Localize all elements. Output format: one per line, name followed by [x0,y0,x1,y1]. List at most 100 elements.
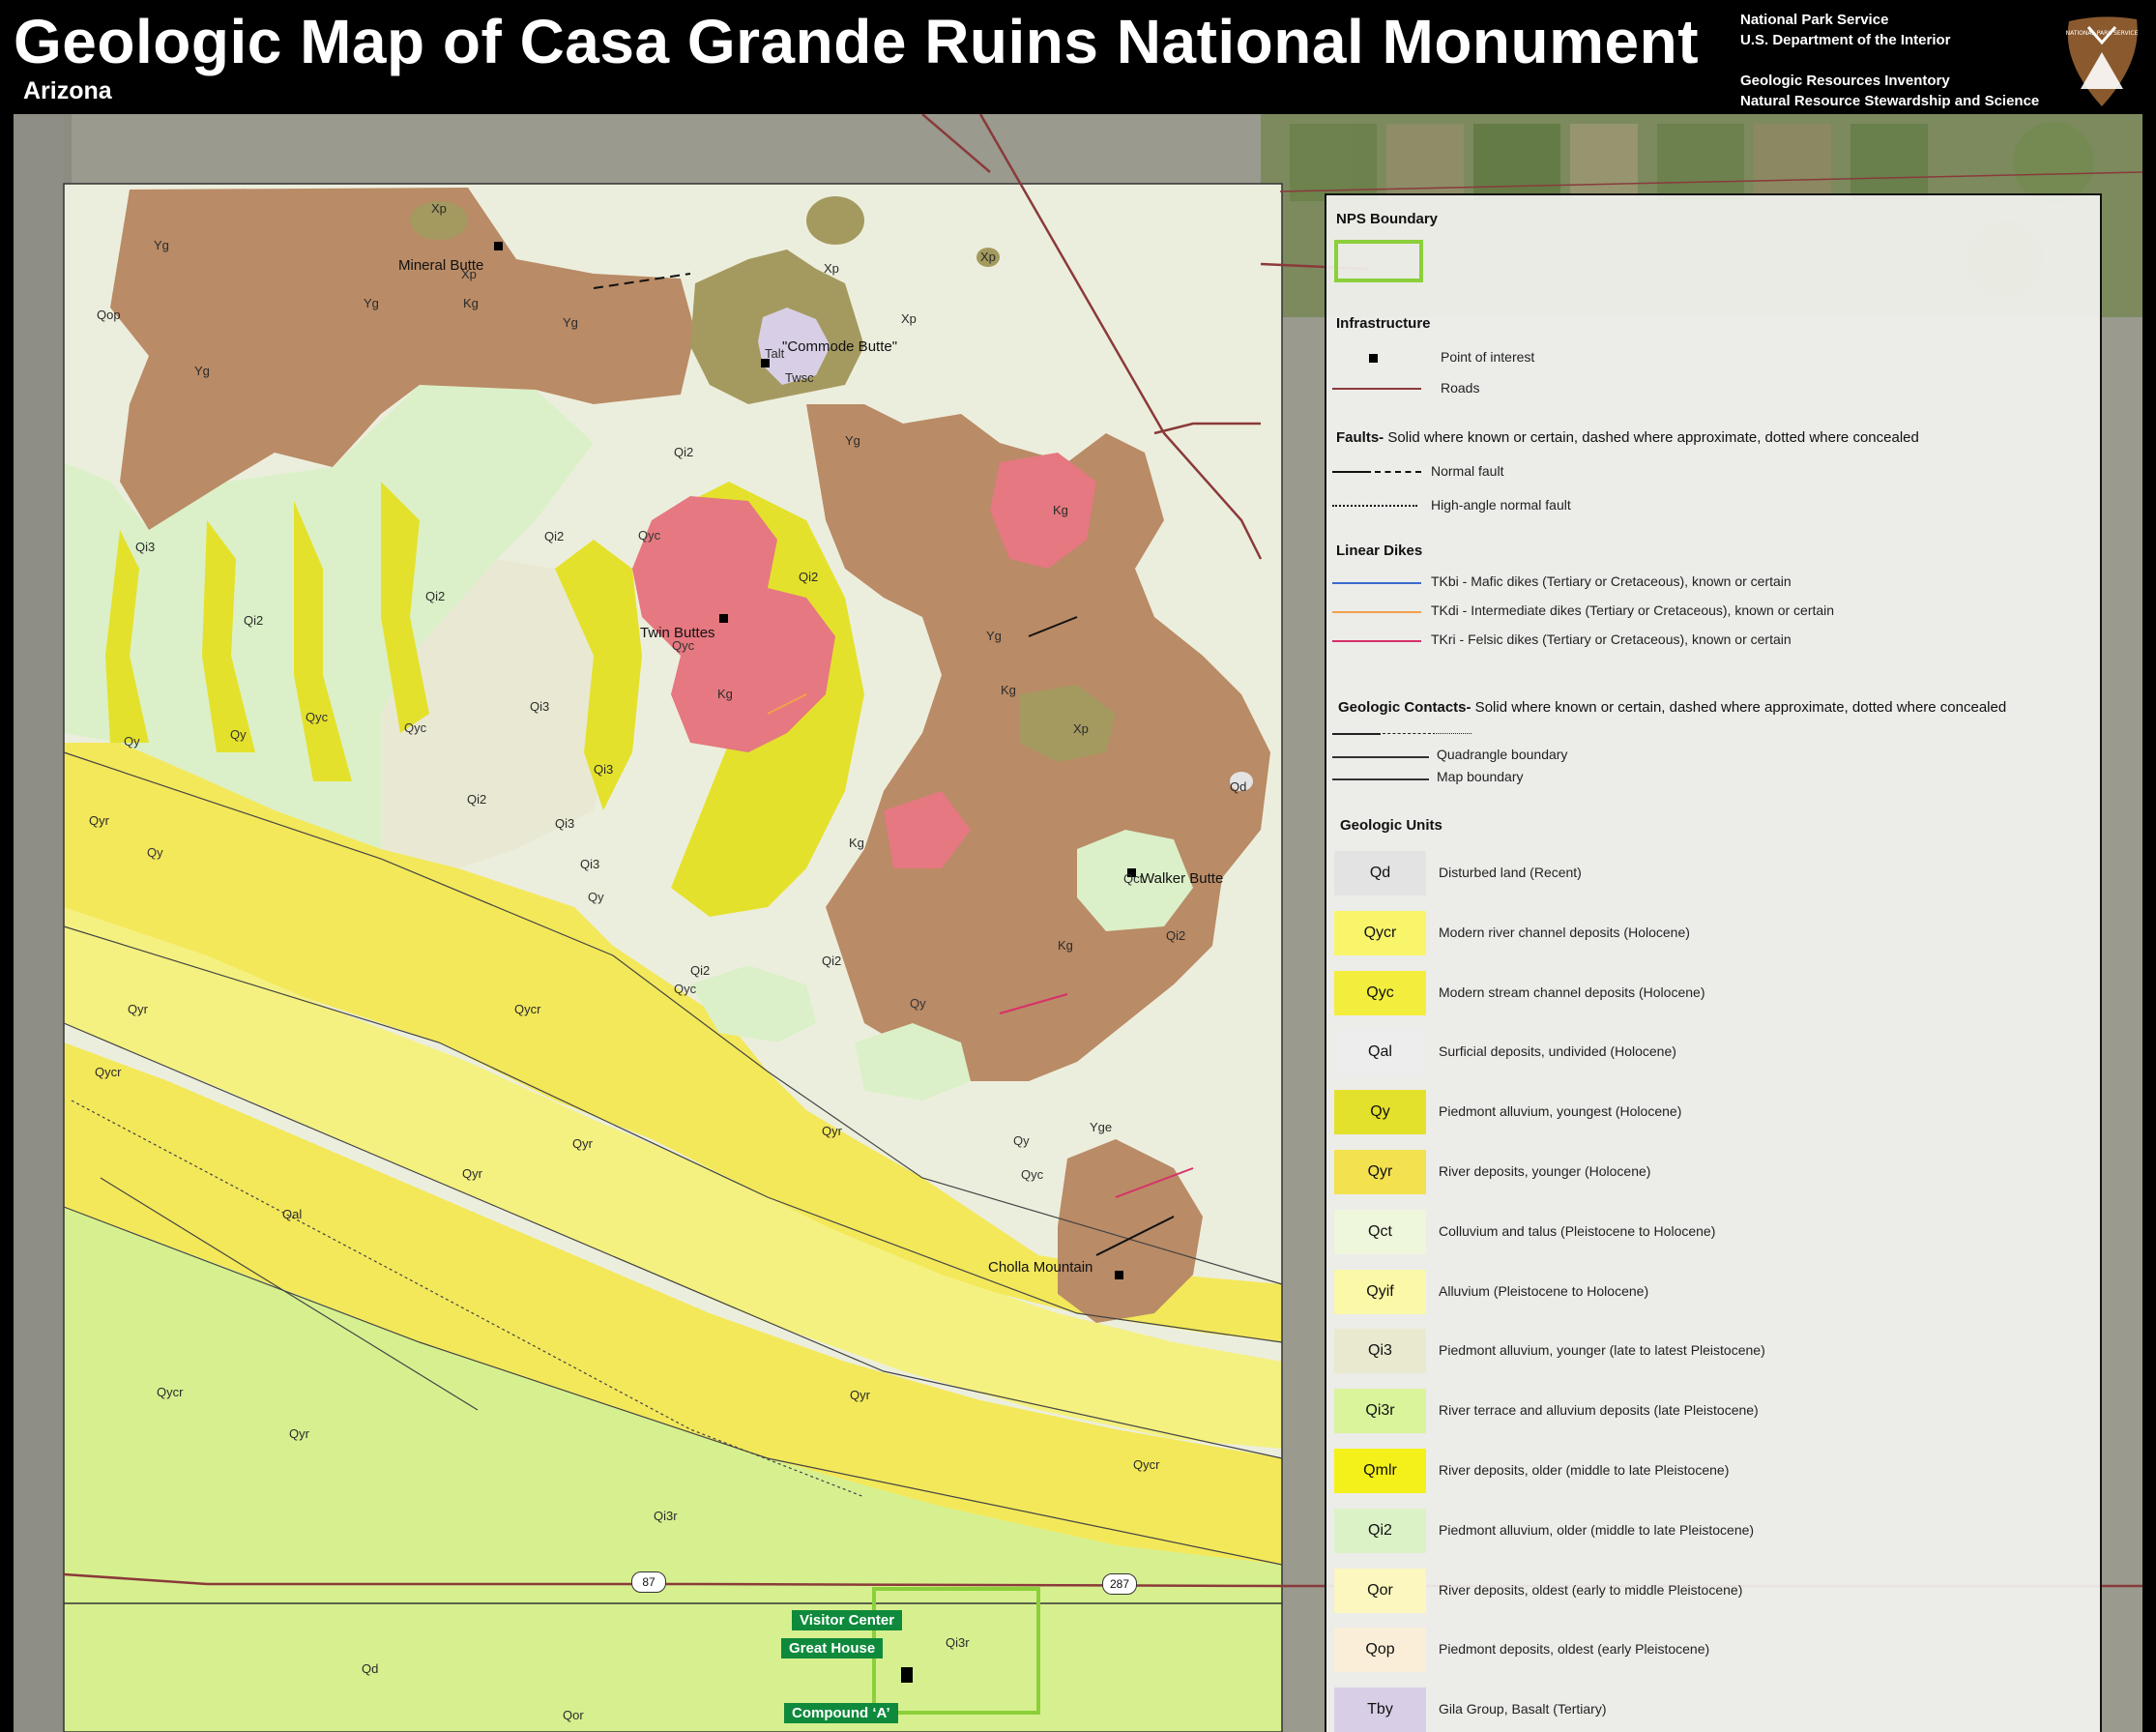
poi-symbol-icon [1369,354,1378,363]
cholla-mountain-label: Cholla Mountain [988,1259,1093,1276]
logo-text: NATIONAL PARK SERVICE [2066,30,2139,37]
unit-label-qi2: Qi2 [690,963,711,978]
unit-label-xp: Xp [980,250,996,264]
unit-label-kg: Kg [1001,683,1016,697]
unit-row-qyr: Qyr River deposits, younger (Holocene) [1334,1150,2088,1194]
walker-butte-label: Walker Butte [1141,870,1224,887]
unit-description: Alluvium (Pleistocene to Holocene) [1439,1282,1649,1299]
unit-label-xp: Xp [824,261,839,276]
great-house-poi-icon[interactable] [901,1667,913,1683]
unit-label-qi3r: Qi3r [946,1635,970,1650]
unit-label-qyc: Qyc [674,982,697,996]
contacts-desc-text: Solid where known or certain, dashed whe… [1471,699,2007,716]
intermediate-dike-symbol [1332,611,1421,613]
road-symbol [1332,388,1421,390]
nps-boundary-swatch [1334,240,1423,282]
unit-label-qy: Qy [1013,1133,1030,1148]
unit-swatch: Tby [1334,1688,1426,1732]
unit-label-qyc: Qyc [404,720,427,735]
high-angle-fault-text: High-angle normal fault [1431,497,1571,513]
department-name: U.S. Department of the Interior [1740,32,1951,48]
unit-swatch: Qyr [1334,1150,1426,1194]
unit-row-qop: Qop Piedmont deposits, oldest (early Plei… [1334,1628,2088,1673]
faults-title-text: Faults- [1336,429,1384,446]
unit-description: Modern river channel deposits (Holocene) [1439,924,1690,940]
unit-label-qi2: Qi2 [467,792,487,807]
unit-label-xp: Xp [461,267,477,281]
unit-label-qi2: Qi2 [544,529,565,543]
twin-buttes-poi-icon[interactable] [719,614,728,623]
unit-row-qi3r: Qi3r River terrace and alluvium deposits … [1334,1389,2088,1434]
unit-label-yg: Yg [986,629,1002,643]
unit-row-tby: Tby Gila Group, Basalt (Tertiary) [1334,1688,2088,1732]
unit-swatch: Qycr [1334,910,1426,955]
quadrangle-boundary-symbol [1332,756,1429,758]
unit-label-qi2: Qi2 [1166,928,1186,943]
unit-label-kg: Kg [717,687,733,701]
unit-row-qal: Qal Surficial deposits, undivided (Holoce… [1334,1030,2088,1075]
unit-label-qi3: Qi3 [594,762,614,777]
program-name: Geologic Resources Inventory [1740,73,1950,89]
unit-label-qi2: Qi2 [822,954,842,968]
commode-butte-label: "Commode Butte" [782,338,898,355]
unit-label-qct: Qct [1123,871,1144,886]
unit-label-qyr: Qyr [822,1124,842,1138]
normal-fault-symbol-dashed [1375,471,1421,473]
unit-label-qy: Qy [230,727,247,742]
unit-label-qd: Qd [362,1661,379,1676]
unit-label-kg: Kg [1058,938,1073,953]
unit-row-qi3: Qi3 Piedmont alluvium, younger (late to l… [1334,1329,2088,1374]
unit-label-qi2: Qi2 [244,613,264,628]
unit-row-qmlr: Qmlr River deposits, older (middle to lat… [1334,1449,2088,1493]
mafic-dike-symbol [1332,582,1421,584]
unit-description: Piedmont deposits, oldest (early Pleisto… [1439,1641,1710,1658]
unit-row-qycr: Qycr Modern river channel deposits (Holoc… [1334,910,2088,955]
unit-label-yg: Yg [563,315,578,330]
compound-a-callout[interactable]: Compound ‘A’ [784,1703,898,1723]
faults-legend-title: Faults- Solid where known or certain, da… [1336,429,1919,446]
map-title: Geologic Map of Casa Grande Ruins Nation… [14,7,1699,76]
normal-fault-symbol [1332,471,1371,473]
unit-row-qyc: Qyc Modern stream channel deposits (Holoc… [1334,970,2088,1015]
agency-name: National Park Service [1740,12,1889,28]
unit-label-qycr: Qycr [95,1065,122,1079]
visitor-center-callout[interactable]: Visitor Center [792,1610,903,1630]
unit-description: River deposits, older (middle to late Pl… [1439,1462,1730,1478]
felsic-dike-symbol [1332,640,1421,642]
great-house-callout[interactable]: Great House [781,1638,884,1659]
unit-swatch: Qi3r [1334,1389,1426,1434]
intermediate-dike-text: TKdi - Intermediate dikes (Tertiary or C… [1431,602,1835,618]
unit-label-qi3: Qi3 [530,699,550,714]
unit-label-qyr: Qyr [89,813,109,828]
map-header: Geologic Map of Casa Grande Ruins Nation… [0,0,2156,114]
unit-swatch: Qd [1334,851,1426,895]
unit-description: Piedmont alluvium, younger (late to late… [1439,1342,1765,1359]
unit-label-qor: Qor [563,1708,584,1722]
unit-description: River terrace and alluvium deposits (lat… [1439,1402,1759,1419]
faults-desc-text: Solid where known or certain, dashed whe… [1384,429,1919,446]
unit-description: Piedmont alluvium, older (middle to late… [1439,1521,1755,1538]
map-subtitle: Arizona [23,77,112,104]
unit-label-qycr: Qycr [1133,1457,1160,1472]
unit-swatch: Qmlr [1334,1449,1426,1493]
unit-label-qal: Qal [282,1207,303,1221]
unit-label-qyc: Qyc [672,638,695,653]
dikes-legend-title: Linear Dikes [1336,543,1423,559]
mineral-butte-poi-icon[interactable] [494,242,503,250]
contacts-title-text: Geologic Contacts- [1338,699,1471,716]
unit-label-talt: Talt [765,346,785,361]
unit-description: Colluvium and talus (Pleistocene to Holo… [1439,1222,1716,1239]
unit-label-qyr: Qyr [289,1426,309,1441]
unit-description: Disturbed land (Recent) [1439,865,1582,880]
map-boundary-symbol [1332,778,1429,780]
unit-label-qi3: Qi3 [135,540,156,554]
unit-label-qi2: Qi2 [674,445,694,459]
high-angle-fault-symbol [1332,505,1417,507]
unit-label-yg: Yg [194,364,210,378]
unit-swatch: Qct [1334,1209,1426,1254]
cholla-mountain-poi-icon[interactable] [1115,1271,1123,1279]
unit-label-yg: Yg [364,296,379,310]
unit-label-qyc: Qyc [1021,1167,1044,1182]
unit-label-qyr: Qyr [850,1388,870,1402]
unit-label-kg: Kg [1053,503,1068,517]
